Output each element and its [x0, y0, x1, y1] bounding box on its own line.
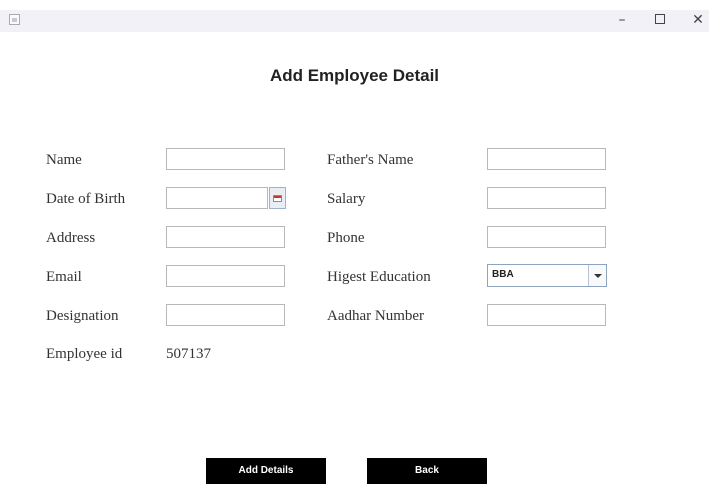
email-field[interactable] [166, 265, 285, 287]
name-field[interactable] [166, 148, 285, 170]
back-button[interactable]: Back [367, 458, 487, 484]
aadhar-label: Aadhar Number [327, 308, 425, 324]
name-label: Name [46, 152, 82, 168]
education-label: Higest Education [327, 269, 431, 285]
salary-label: Salary [327, 191, 366, 207]
maximize-icon [655, 14, 665, 24]
window-titlebar: – ✕ [0, 0, 709, 36]
education-selected-value: BBA [492, 269, 514, 280]
phone-label: Phone [327, 230, 365, 246]
dob-label: Date of Birth [46, 191, 126, 207]
calendar-icon [273, 194, 282, 202]
designation-field[interactable] [166, 304, 285, 326]
phone-field[interactable] [487, 226, 606, 248]
chevron-down-icon[interactable] [588, 265, 606, 286]
fathers-name-field[interactable] [487, 148, 606, 170]
add-details-button[interactable]: Add Details [206, 458, 326, 484]
email-label: Email [46, 269, 82, 285]
close-button[interactable]: ✕ [684, 12, 709, 28]
designation-label: Designation [46, 308, 119, 324]
maximize-button[interactable] [646, 12, 674, 28]
aadhar-field[interactable] [487, 304, 606, 326]
address-label: Address [46, 230, 96, 246]
education-select[interactable]: BBA [487, 264, 607, 287]
calendar-button[interactable] [269, 187, 286, 209]
salary-field[interactable] [487, 187, 606, 209]
java-app-icon [9, 14, 20, 25]
minimize-button[interactable]: – [608, 12, 636, 28]
page-title: Add Employee Detail [269, 66, 440, 85]
address-field[interactable] [166, 226, 285, 248]
employee-id-value: 507137 [166, 346, 211, 362]
titlebar-strip [0, 10, 709, 32]
dob-field[interactable] [166, 187, 268, 209]
fathers-name-label: Father's Name [327, 152, 414, 168]
employee-id-label: Employee id [46, 346, 123, 362]
